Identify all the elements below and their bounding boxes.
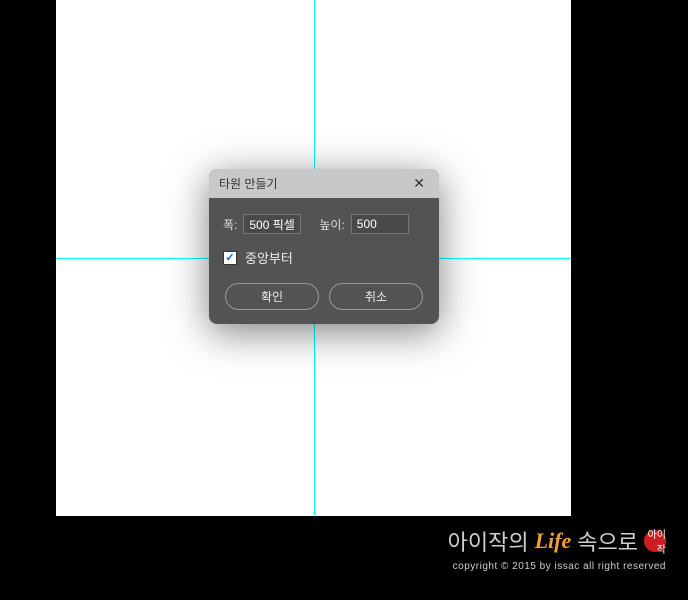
stamp-icon: 아이작 <box>644 530 666 552</box>
watermark-part1: 아이작의 <box>448 525 529 557</box>
close-icon[interactable]: ✕ <box>409 175 429 192</box>
width-label: 폭: <box>223 216 237 233</box>
watermark: 아이작의 Life 속으로 아이작 copyright © 2015 by is… <box>448 525 666 572</box>
watermark-main: 아이작의 Life 속으로 아이작 <box>448 525 666 557</box>
height-input[interactable] <box>351 214 409 234</box>
watermark-part2: 속으로 <box>577 525 638 557</box>
copyright: copyright © 2015 by issac all right rese… <box>448 561 666 572</box>
create-ellipse-dialog: 타원 만들기 ✕ 폭: 높이: ✓ 중앙부터 확인 취소 <box>209 169 439 324</box>
dialog-buttons: 확인 취소 <box>223 283 425 310</box>
ok-button[interactable]: 확인 <box>225 283 319 310</box>
dialog-body: 폭: 높이: ✓ 중앙부터 확인 취소 <box>209 198 439 324</box>
cancel-button[interactable]: 취소 <box>329 283 423 310</box>
height-label: 높이: <box>319 216 344 233</box>
watermark-accent: Life <box>535 528 572 554</box>
dimension-fields: 폭: 높이: <box>223 214 425 234</box>
dialog-titlebar[interactable]: 타원 만들기 ✕ <box>209 169 439 198</box>
from-center-row: ✓ 중앙부터 <box>223 248 425 267</box>
from-center-label: 중앙부터 <box>245 248 293 267</box>
dialog-title: 타원 만들기 <box>219 175 278 192</box>
from-center-checkbox[interactable]: ✓ <box>223 251 237 265</box>
width-input[interactable] <box>243 214 301 234</box>
